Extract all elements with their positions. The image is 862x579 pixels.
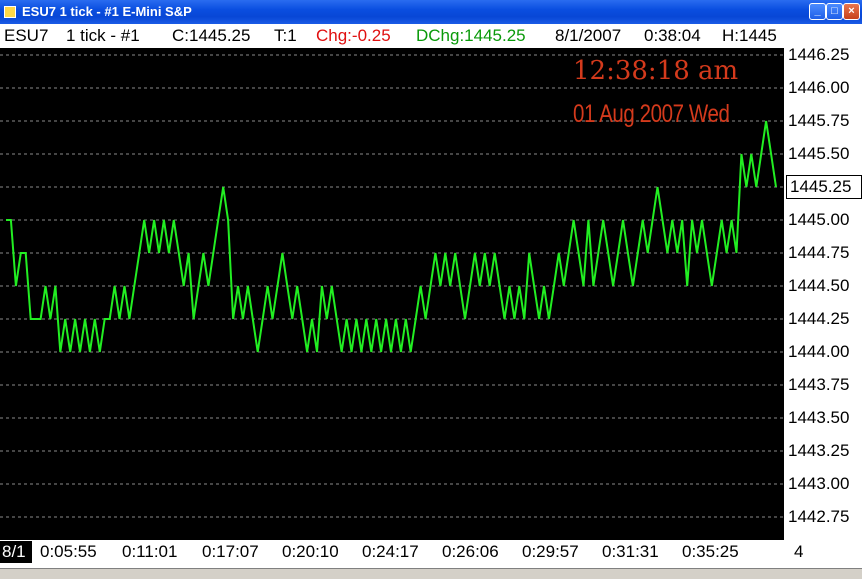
x-tick-label: 0:35:25 xyxy=(682,542,739,561)
app-icon xyxy=(4,6,16,18)
quote-info-bar: ESU7 1 tick - #1 C:1445.25 T:1 Chg:-0.25… xyxy=(0,24,788,48)
info-date: 8/1/2007 xyxy=(555,26,622,45)
close-button[interactable]: × xyxy=(843,3,860,20)
y-tick-label: 1442.75 xyxy=(788,507,850,526)
y-tick-label: 1446.00 xyxy=(788,78,850,97)
y-tick-label: 1445.50 xyxy=(788,144,850,163)
x-tick-label: 0:20:10 xyxy=(282,542,339,561)
info-dchange: DChg:1445.25 xyxy=(416,26,526,45)
info-close: C:1445.25 xyxy=(172,26,251,45)
info-time: 0:38:04 xyxy=(644,26,701,45)
x-tick-label: 0:11:01 xyxy=(122,542,178,561)
y-tick-label: 1443.75 xyxy=(788,375,850,394)
x-tick-label: 4 xyxy=(794,542,804,561)
info-symbol: ESU7 xyxy=(4,26,49,45)
y-tick-label: 1444.50 xyxy=(788,276,850,295)
title-bar[interactable]: ESU7 1 tick - #1 E-Mini S&P _ □ × xyxy=(0,0,862,24)
x-tick-label: 0:05:55 xyxy=(40,542,97,561)
y-tick-label: 1443.50 xyxy=(788,408,850,427)
y-tick-label: 1444.75 xyxy=(788,243,850,262)
y-tick-label: 1443.00 xyxy=(788,474,850,493)
info-high: H:1445 xyxy=(722,26,777,45)
minimize-button[interactable]: _ xyxy=(809,3,826,20)
window-title: ESU7 1 tick - #1 E-Mini S&P xyxy=(22,4,192,19)
x-tick-label: 0:26:06 xyxy=(442,542,499,561)
current-price-label: 1445.25 xyxy=(786,175,862,199)
x-date-label: 8/1 xyxy=(0,541,32,563)
y-tick-label: 1446.25 xyxy=(788,45,850,64)
x-tick-label: 0:31:31 xyxy=(602,542,659,561)
x-tick-label: 0:24:17 xyxy=(362,542,419,561)
clock-time: 12:38:18 am xyxy=(573,56,739,86)
clock-date: 01 Aug 2007 Wed xyxy=(573,100,730,128)
maximize-button[interactable]: □ xyxy=(826,3,843,20)
y-tick-label: 1444.25 xyxy=(788,309,850,328)
y-tick-label: 1443.25 xyxy=(788,441,850,460)
info-change: Chg:-0.25 xyxy=(316,26,391,45)
y-tick-label: 1445.75 xyxy=(788,111,850,130)
x-tick-label: 0:29:57 xyxy=(522,542,579,561)
horizontal-scrollbar[interactable] xyxy=(0,568,862,579)
x-tick-label: 0:17:07 xyxy=(202,542,259,561)
y-tick-label: 1445.00 xyxy=(788,210,850,229)
chart-window: ESU7 1 tick - #1 E-Mini S&P _ □ × ESU7 1… xyxy=(0,0,862,579)
info-ticks: T:1 xyxy=(274,26,297,45)
y-tick-label: 1444.00 xyxy=(788,342,850,361)
info-interval: 1 tick - #1 xyxy=(66,26,140,45)
